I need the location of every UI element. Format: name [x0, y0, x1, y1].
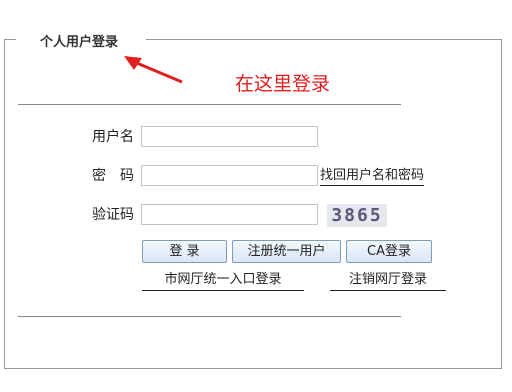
- username-label: 用户名: [92, 129, 134, 145]
- password-input[interactable]: [141, 165, 318, 186]
- divider: [18, 104, 401, 105]
- logout-link[interactable]: 注销网厅登录: [330, 272, 446, 291]
- logout-label: 注销网厅登录: [348, 272, 427, 287]
- captcha-input[interactable]: [141, 204, 318, 225]
- captcha-image[interactable]: 3865: [327, 204, 387, 227]
- unified-entry-label: 市网厅统一入口登录: [164, 272, 282, 287]
- panel-border-right: [501, 39, 502, 369]
- recover-account-link[interactable]: 找回用户名和密码: [320, 168, 425, 186]
- annotation-text: 在这里登录: [235, 73, 331, 95]
- divider: [18, 316, 401, 317]
- panel-border-top: [4, 39, 16, 40]
- username-input[interactable]: [141, 126, 318, 147]
- panel-border-top: [146, 39, 502, 40]
- password-label: 密 码: [92, 168, 134, 184]
- login-page: 个人用户登录 在这里登录 用户名 密 码 找回用户名和密码 验证码 3865 登…: [0, 0, 512, 392]
- panel-border-bottom: [4, 368, 502, 369]
- register-button[interactable]: 注册统一用户: [232, 240, 341, 263]
- panel-title: 个人用户登录: [40, 35, 119, 50]
- captcha-text: 3865: [331, 205, 383, 226]
- login-button[interactable]: 登 录: [142, 240, 227, 263]
- unified-entry-login-link[interactable]: 市网厅统一入口登录: [142, 272, 304, 291]
- panel-border-left: [4, 39, 5, 369]
- ca-login-button[interactable]: CA登录: [346, 240, 432, 263]
- link-underline: [142, 290, 304, 291]
- link-underline: [330, 290, 446, 291]
- captcha-label: 验证码: [92, 207, 134, 223]
- red-arrow-icon: [124, 56, 183, 84]
